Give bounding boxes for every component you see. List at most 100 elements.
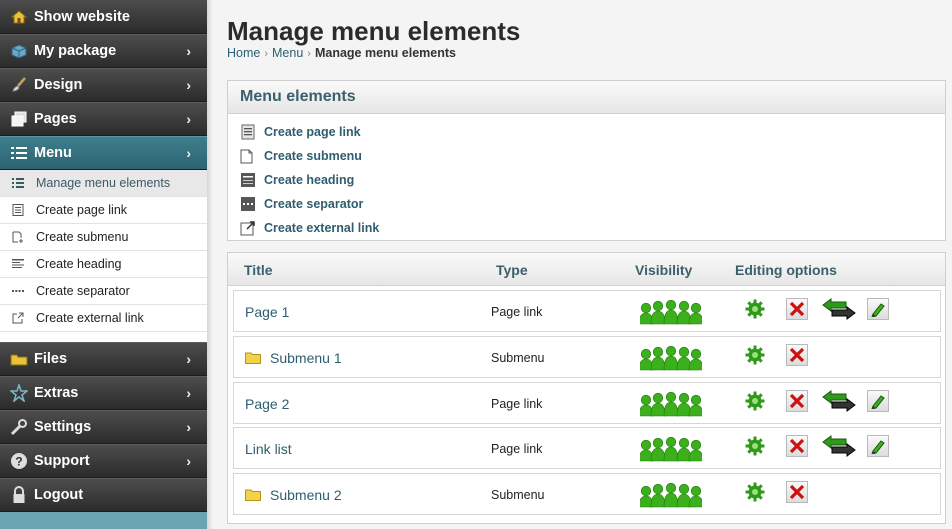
column-title: Title [244, 262, 273, 278]
nav-support[interactable]: ? Support › [0, 444, 207, 478]
table-row: Page 1 Page link [233, 290, 941, 332]
row-title-link[interactable]: Submenu 2 [245, 487, 342, 503]
link-label: Create heading [264, 173, 355, 187]
nav-menu-label: Menu [34, 145, 72, 161]
chevron-right-icon: › [186, 77, 191, 93]
list-icon [10, 144, 28, 162]
create-heading[interactable]: Create heading [240, 168, 945, 192]
delete-icon[interactable] [786, 390, 808, 412]
sub-create-external-link[interactable]: Create external link [0, 305, 207, 332]
separator-icon [11, 285, 24, 298]
folder-icon [245, 489, 261, 501]
menu-elements-panel: Menu elements Create page link Create su… [227, 80, 946, 241]
delete-icon[interactable] [786, 298, 808, 320]
svg-text:?: ? [15, 455, 22, 469]
move-arrows-icon[interactable] [822, 435, 856, 457]
move-arrows-icon[interactable] [822, 298, 856, 320]
chevron-right-icon: › [186, 351, 191, 367]
table-row: Link list Page link [233, 427, 941, 469]
sub-item-label: Create separator [36, 284, 130, 298]
breadcrumb-separator: › [264, 48, 269, 60]
submenu-icon [11, 231, 24, 244]
column-editing-options: Editing options [735, 262, 837, 278]
row-title-link[interactable]: Link list [245, 441, 292, 457]
sidebar-shadow [207, 0, 213, 529]
nav-pages-label: Pages [34, 111, 77, 127]
nav-settings[interactable]: Settings › [0, 410, 207, 444]
delete-icon[interactable] [786, 481, 808, 503]
visibility-icon[interactable] [638, 436, 704, 462]
nav-my-package[interactable]: My package › [0, 34, 207, 68]
nav-design-label: Design [34, 77, 83, 93]
create-separator[interactable]: Create separator [240, 192, 945, 216]
create-external-link[interactable]: Create external link [240, 216, 945, 240]
wrench-icon [10, 418, 28, 436]
visibility-icon[interactable] [638, 391, 704, 417]
edit-pencil-icon[interactable] [867, 435, 889, 457]
delete-icon[interactable] [786, 435, 808, 457]
panel-title: Menu elements [228, 81, 945, 114]
settings-gear-icon[interactable] [744, 344, 766, 366]
sub-create-page-link[interactable]: Create page link [0, 197, 207, 224]
chevron-right-icon: › [186, 453, 191, 469]
help-icon: ? [10, 452, 28, 470]
sub-create-separator[interactable]: Create separator [0, 278, 207, 305]
visibility-icon[interactable] [638, 482, 704, 508]
row-title: Submenu 1 [270, 350, 342, 366]
breadcrumb-menu[interactable]: Menu [272, 46, 303, 60]
breadcrumb-separator: › [307, 48, 311, 60]
nav-support-label: Support [34, 453, 90, 469]
create-page-link[interactable]: Create page link [240, 120, 945, 144]
breadcrumb-home[interactable]: Home [227, 46, 260, 60]
nav-logout-label: Logout [34, 487, 84, 503]
sub-create-submenu[interactable]: Create submenu [0, 224, 207, 251]
nav-menu[interactable]: Menu › [0, 136, 207, 170]
settings-gear-icon[interactable] [744, 481, 766, 503]
page-title: Manage menu elements [227, 16, 521, 46]
visibility-icon[interactable] [638, 345, 704, 371]
star-icon [10, 384, 28, 402]
settings-gear-icon[interactable] [744, 298, 766, 320]
external-link-icon [11, 312, 24, 325]
nav-logout[interactable]: Logout [0, 478, 207, 512]
settings-gear-icon[interactable] [744, 390, 766, 412]
create-submenu[interactable]: Create submenu [240, 144, 945, 168]
row-type: Submenu [491, 488, 545, 502]
chevron-right-icon: › [186, 145, 191, 161]
sub-item-label: Manage menu elements [36, 176, 171, 190]
separator-icon [241, 197, 255, 211]
row-title: Submenu 2 [270, 487, 342, 503]
sub-item-label: Create page link [36, 203, 128, 217]
external-link-icon [240, 221, 255, 236]
row-title-link[interactable]: Submenu 1 [245, 350, 342, 366]
nav-show-website-label: Show website [34, 8, 130, 25]
move-arrows-icon[interactable] [822, 390, 856, 412]
link-label: Create submenu [264, 149, 362, 163]
row-type: Page link [491, 397, 543, 411]
nav-pages[interactable]: Pages › [0, 102, 207, 136]
sub-item-label: Create heading [36, 257, 122, 271]
page-link-icon [11, 204, 24, 217]
row-type: Page link [491, 442, 543, 456]
nav-design[interactable]: Design › [0, 68, 207, 102]
link-label: Create external link [264, 221, 380, 235]
visibility-icon[interactable] [638, 299, 704, 325]
column-visibility: Visibility [635, 262, 693, 278]
sub-manage-menu-elements[interactable]: Manage menu elements [0, 170, 207, 197]
edit-pencil-icon[interactable] [867, 298, 889, 320]
sub-create-heading[interactable]: Create heading [0, 251, 207, 278]
row-title-link[interactable]: Page 1 [245, 304, 289, 320]
row-title-link[interactable]: Page 2 [245, 396, 289, 412]
submenu-spacer [0, 332, 207, 342]
table-row: Submenu 1 Submenu [233, 336, 941, 378]
edit-pencil-icon[interactable] [867, 390, 889, 412]
delete-icon[interactable] [786, 344, 808, 366]
nav-show-website[interactable]: Show website [0, 0, 207, 34]
nav-extras[interactable]: Extras › [0, 376, 207, 410]
settings-gear-icon[interactable] [744, 435, 766, 457]
breadcrumb: Home › Menu › Manage menu elements [227, 46, 456, 60]
chevron-right-icon: › [186, 43, 191, 59]
table-header: Title Type Visibility Editing options [228, 253, 945, 286]
row-title: Page 2 [245, 396, 290, 412]
nav-files[interactable]: Files › [0, 342, 207, 376]
